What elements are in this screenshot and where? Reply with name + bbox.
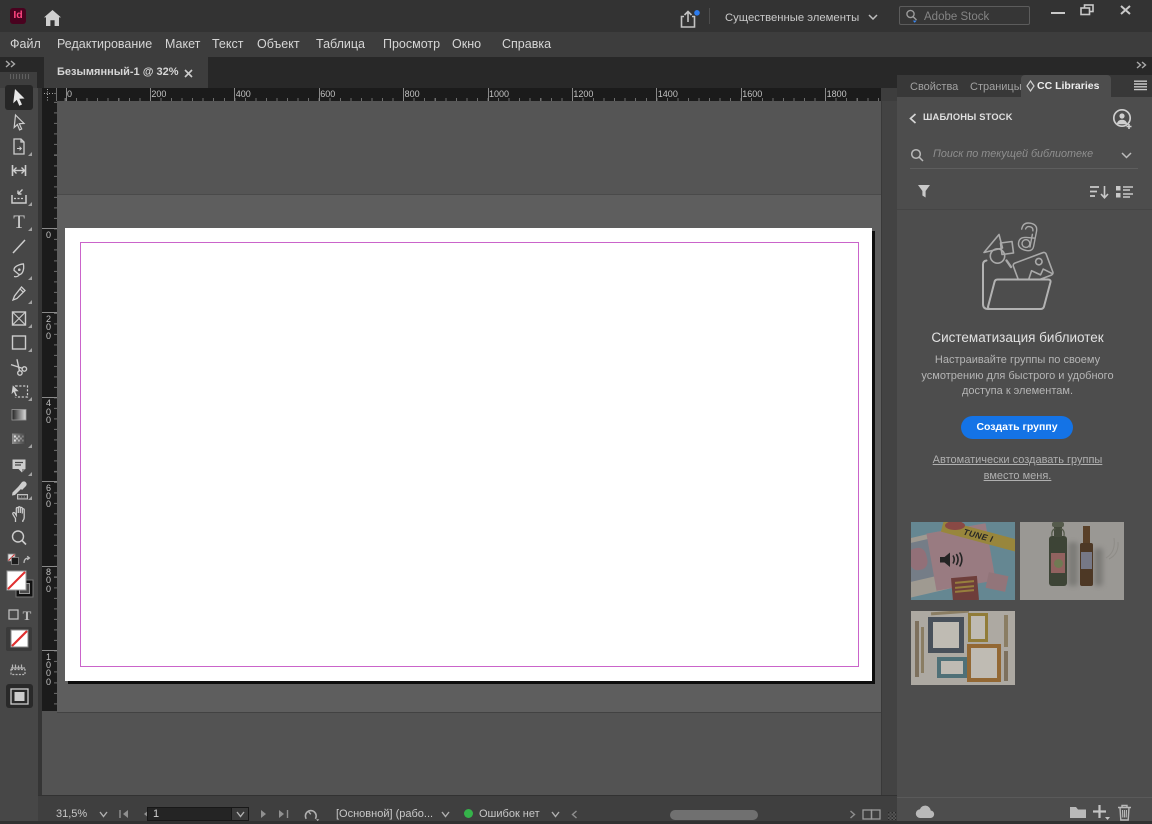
svg-text:T: T [13,212,25,232]
svg-text:T: T [23,608,32,622]
